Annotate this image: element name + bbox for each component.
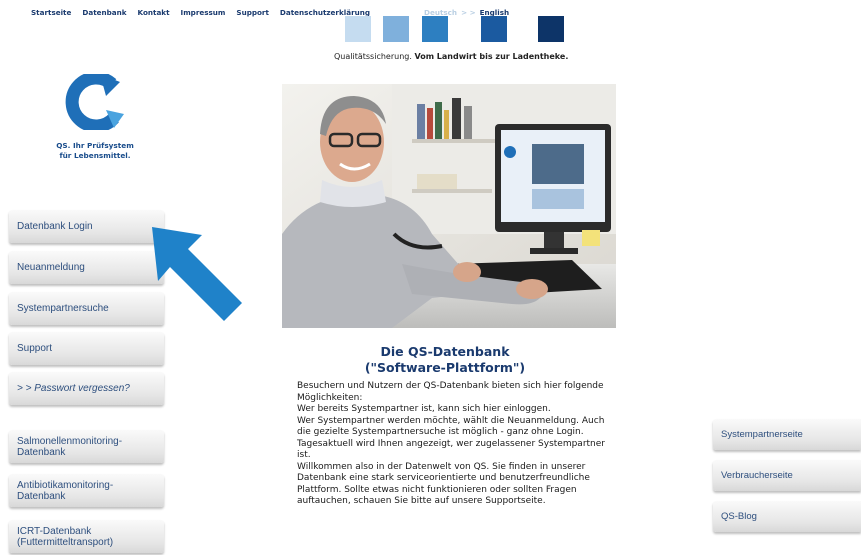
nav-impressum[interactable]: Impressum xyxy=(181,8,226,17)
menu-neuanmeldung[interactable]: Neuanmeldung xyxy=(9,251,164,284)
top-nav: Startseite Datenbank Kontakt Impressum S… xyxy=(31,8,370,17)
nav-kontakt[interactable]: Kontakt xyxy=(138,8,170,17)
main-title-line-2: ("Software-Plattform") xyxy=(364,360,526,375)
main-body-text: Besuchern und Nutzern der QS-Datenbank b… xyxy=(297,381,607,508)
logo-line-1: QS. Ihr Prüfsystem xyxy=(56,141,134,150)
nav-startseite[interactable]: Startseite xyxy=(31,8,71,17)
color-swatch-3 xyxy=(422,16,448,42)
color-swatch-2 xyxy=(383,16,409,42)
main-title-line-1: Die QS-Datenbank xyxy=(380,344,510,359)
color-swatch-5 xyxy=(538,16,564,42)
menu-systempartnersuche[interactable]: Systempartnersuche xyxy=(9,292,164,325)
main-body-paragraph: Besuchern und Nutzern der QS-Datenbank b… xyxy=(297,381,605,506)
right-menu-verbraucherseite[interactable]: Verbraucherseite xyxy=(713,460,861,491)
menu-antibiotikamonitoring[interactable]: Antibiotikamonitoring- Datenbank xyxy=(9,474,164,507)
color-swatch-1 xyxy=(345,16,371,42)
right-menu-qs-blog[interactable]: QS-Blog xyxy=(713,501,861,532)
tagline-bold: Vom Landwirt bis zur Ladentheke. xyxy=(414,52,569,61)
logo-text: QS. Ihr Prüfsystem für Lebensmittel. xyxy=(40,141,150,161)
menu-icrt-datenbank[interactable]: ICRT-Datenbank (Futtermitteltransport) xyxy=(9,520,164,553)
menu-salmonellenmonitoring[interactable]: Salmonellenmonitoring- Datenbank xyxy=(9,430,164,463)
logo-line-2: für Lebensmittel. xyxy=(59,151,131,160)
pointer-arrow-icon xyxy=(152,227,242,321)
menu-passwort-vergessen[interactable]: > > Passwort vergessen? xyxy=(9,372,164,405)
color-swatch-4 xyxy=(481,16,507,42)
tagline-normal: Qualitätssicherung. xyxy=(334,52,415,61)
menu-datenbank-login[interactable]: Datenbank Login xyxy=(9,210,164,243)
qs-logo-icon[interactable] xyxy=(62,74,130,130)
nav-datenbank[interactable]: Datenbank xyxy=(82,8,126,17)
main-title: Die QS-Datenbank ("Software-Plattform") xyxy=(300,344,590,376)
tagline: Qualitätssicherung. Vom Landwirt bis zur… xyxy=(334,52,568,61)
lang-separator: > > xyxy=(461,8,476,17)
hero-photo xyxy=(282,84,616,328)
nav-support[interactable]: Support xyxy=(236,8,269,17)
right-menu-systempartnerseite[interactable]: Systempartnerseite xyxy=(713,419,861,450)
menu-support[interactable]: Support xyxy=(9,332,164,365)
